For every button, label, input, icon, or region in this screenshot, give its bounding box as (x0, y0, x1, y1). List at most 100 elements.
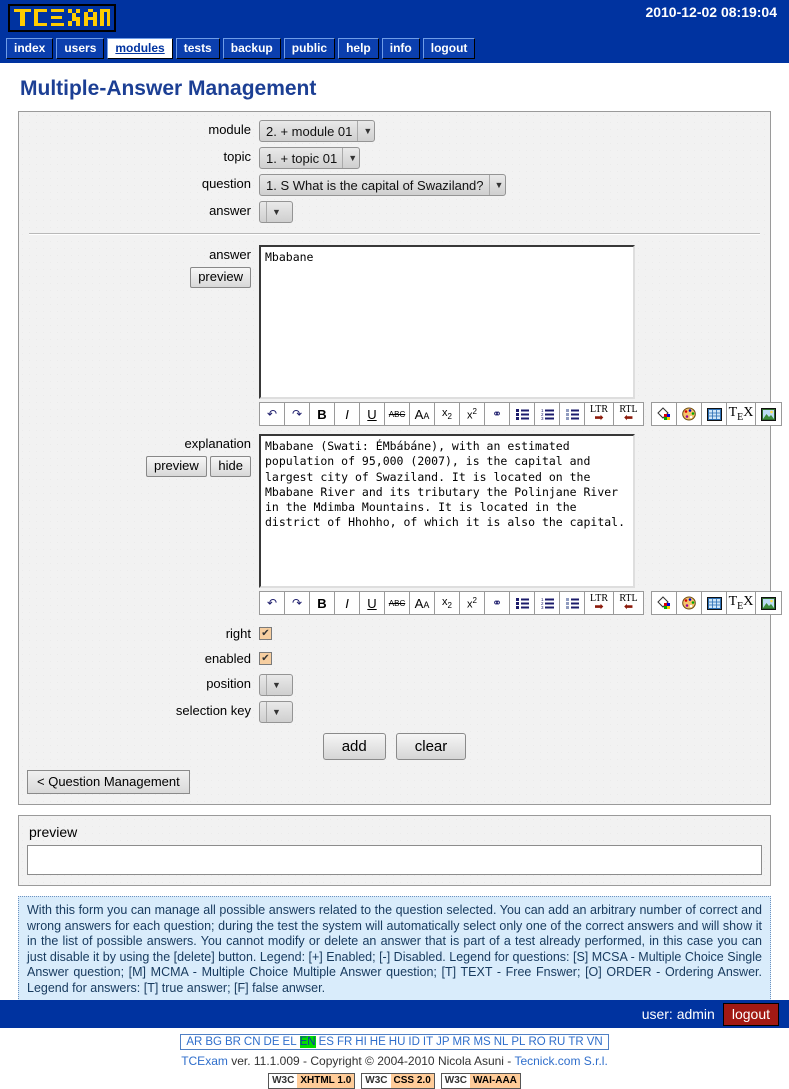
tex-formula-icon[interactable]: TEX (727, 592, 756, 614)
enabled-checkbox[interactable]: ✔ (259, 652, 272, 665)
nav-item-logout[interactable]: logout (422, 38, 476, 59)
language-link-ms[interactable]: MS (473, 1036, 490, 1048)
language-link-es[interactable]: ES (319, 1036, 334, 1048)
nav-item-backup[interactable]: backup (222, 38, 281, 59)
language-link-he[interactable]: HE (370, 1036, 386, 1048)
explanation-textarea[interactable]: Mbabane (Swati: ÉMbábáne), with an estim… (259, 434, 635, 588)
insert-image-icon[interactable] (756, 592, 781, 614)
position-select[interactable]: ▼ (259, 674, 293, 696)
redo-icon[interactable]: ↷ (285, 592, 310, 614)
explanation-hide-button[interactable]: hide (210, 456, 251, 477)
font-size-icon[interactable]: AA (410, 592, 435, 614)
nav-item-public[interactable]: public (283, 38, 336, 59)
chevron-down-icon: ▼ (488, 175, 503, 195)
font-size-icon[interactable]: AA (410, 403, 435, 425)
undo-icon[interactable]: ↶ (260, 403, 285, 425)
strikethrough-icon[interactable]: ABC (385, 403, 410, 425)
language-link-id[interactable]: ID (408, 1036, 420, 1048)
badge-xhtml[interactable]: W3C XHTML 1.0 (268, 1072, 356, 1089)
ordered-list-icon[interactable]: 123 (535, 403, 560, 425)
tecnick-link[interactable]: Tecnick.com S.r.l. (514, 1054, 607, 1068)
redo-icon[interactable]: ↷ (285, 403, 310, 425)
superscript-icon[interactable]: x2 (460, 592, 485, 614)
unordered-list-icon[interactable] (510, 592, 535, 614)
rtl-direction-icon[interactable]: RTL ⬅ (614, 592, 643, 614)
ltr-direction-icon[interactable]: LTR ➡ (585, 592, 614, 614)
answer-textarea[interactable]: Mbabane (259, 245, 635, 399)
right-checkbox[interactable]: ✔ (259, 627, 272, 640)
answer-preview-button[interactable]: preview (190, 267, 251, 288)
clear-button[interactable]: clear (395, 733, 467, 760)
language-link-vn[interactable]: VN (587, 1036, 603, 1048)
language-link-hu[interactable]: HU (389, 1036, 406, 1048)
underline-icon[interactable]: U (360, 403, 385, 425)
language-link-nl[interactable]: NL (494, 1036, 509, 1048)
language-link-en[interactable]: EN (299, 1036, 316, 1048)
question-select[interactable]: 1. S What is the capital of Swaziland? ▼ (259, 174, 507, 196)
definition-list-icon[interactable] (560, 403, 585, 425)
language-link-br[interactable]: BR (225, 1036, 241, 1048)
unordered-list-icon[interactable] (510, 403, 535, 425)
undo-icon[interactable]: ↶ (260, 592, 285, 614)
tcexam-link[interactable]: TCExam (181, 1054, 228, 1068)
language-link-de[interactable]: DE (264, 1036, 280, 1048)
language-link-ro[interactable]: RO (528, 1036, 545, 1048)
nav-item-help[interactable]: help (338, 38, 379, 59)
subscript-icon[interactable]: x2 (435, 403, 460, 425)
link-icon[interactable]: ⚭ (485, 592, 510, 614)
badge-wai[interactable]: W3C WAI-AAA (440, 1072, 521, 1089)
language-link-bg[interactable]: BG (205, 1036, 222, 1048)
table-icon[interactable] (702, 592, 727, 614)
ltr-direction-icon[interactable]: LTR ➡ (585, 403, 614, 425)
language-link-ar[interactable]: AR (186, 1036, 202, 1048)
topic-select[interactable]: 1. + topic 01 ▼ (259, 147, 361, 169)
insert-image-icon[interactable] (756, 403, 781, 425)
table-icon[interactable] (702, 403, 727, 425)
nav-item-users[interactable]: users (56, 38, 105, 59)
current-user-label: user: admin (641, 1006, 715, 1022)
bold-icon[interactable]: B (310, 592, 335, 614)
italic-icon[interactable]: I (335, 403, 360, 425)
background-color-icon[interactable] (652, 592, 677, 614)
language-link-ru[interactable]: RU (549, 1036, 566, 1048)
strikethrough-icon[interactable]: ABC (385, 592, 410, 614)
language-link-cn[interactable]: CN (244, 1036, 261, 1048)
subscript-icon[interactable]: x2 (435, 592, 460, 614)
language-link-hi[interactable]: HI (355, 1036, 367, 1048)
module-select[interactable]: 2. + module 01 ▼ (259, 120, 376, 142)
text-color-icon[interactable] (677, 592, 702, 614)
answer-select[interactable]: ▼ (259, 201, 293, 223)
language-link-el[interactable]: EL (283, 1036, 297, 1048)
language-link-it[interactable]: IT (423, 1036, 433, 1048)
bold-icon[interactable]: B (310, 403, 335, 425)
enabled-row: enabled ✔ (19, 649, 770, 669)
tex-formula-icon[interactable]: TEX (727, 403, 756, 425)
language-link-pl[interactable]: PL (511, 1036, 525, 1048)
language-link-fr[interactable]: FR (337, 1036, 352, 1048)
text-color-icon[interactable] (677, 403, 702, 425)
nav-item-index[interactable]: index (6, 38, 54, 59)
form-action-buttons: add clear (19, 733, 770, 760)
footer-logout-button[interactable]: logout (722, 1002, 779, 1026)
badge-left: W3C (441, 1073, 470, 1088)
explanation-preview-button[interactable]: preview (146, 456, 207, 477)
add-button[interactable]: add (322, 733, 386, 760)
back-to-question-management-button[interactable]: < Question Management (27, 770, 190, 794)
italic-icon[interactable]: I (335, 592, 360, 614)
nav-item-info[interactable]: info (381, 38, 420, 59)
selection-key-select[interactable]: ▼ (259, 701, 293, 723)
link-icon[interactable]: ⚭ (485, 403, 510, 425)
background-color-icon[interactable] (652, 403, 677, 425)
language-link-mr[interactable]: MR (453, 1036, 471, 1048)
badge-css[interactable]: W3C CSS 2.0 (361, 1072, 435, 1089)
language-link-jp[interactable]: JP (436, 1036, 449, 1048)
language-link-tr[interactable]: TR (568, 1036, 583, 1048)
rtl-direction-icon[interactable]: RTL ⬅ (614, 403, 643, 425)
chevron-down-icon: ▼ (357, 121, 372, 141)
nav-item-tests[interactable]: tests (175, 38, 220, 59)
definition-list-icon[interactable] (560, 592, 585, 614)
ordered-list-icon[interactable]: 123 (535, 592, 560, 614)
superscript-icon[interactable]: x2 (460, 403, 485, 425)
underline-icon[interactable]: U (360, 592, 385, 614)
nav-item-modules[interactable]: modules (107, 38, 173, 59)
